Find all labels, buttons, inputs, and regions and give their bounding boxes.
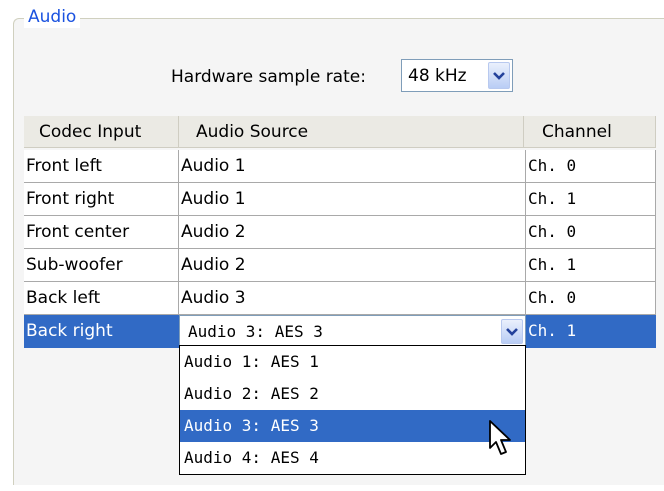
sample-rate-label: Hardware sample rate: xyxy=(171,67,366,87)
audio-source-cell[interactable]: Audio 2 xyxy=(179,216,526,249)
audio-source-cell[interactable]: Audio 2 xyxy=(179,249,526,282)
table-row[interactable]: Front left Audio 1 Ch. 0 xyxy=(24,150,656,183)
codec-input-cell: Back right xyxy=(24,315,179,348)
mouse-pointer-icon xyxy=(489,420,511,455)
channel-cell[interactable]: Ch. 0 xyxy=(526,282,656,315)
audio-settings-panel: Audio Hardware sample rate: 48 kHz Codec… xyxy=(0,0,664,491)
sample-rate-value: 48 kHz xyxy=(408,66,467,86)
audio-source-cell[interactable]: Audio 1 xyxy=(179,183,526,216)
channel-cell[interactable]: Ch. 1 xyxy=(526,183,656,216)
sample-rate-dropdown-button[interactable] xyxy=(488,62,510,89)
dropdown-option-highlighted[interactable]: Audio 3: AES 3 xyxy=(180,410,525,442)
audio-source-dropdown-button[interactable] xyxy=(501,319,523,344)
dropdown-option[interactable]: Audio 2: AES 2 xyxy=(180,378,525,410)
audio-source-cell[interactable]: Audio 1 xyxy=(179,150,526,183)
table-row[interactable]: Front center Audio 2 Ch. 0 xyxy=(24,216,656,249)
codec-input-cell: Back left xyxy=(24,282,179,315)
sample-rate-select[interactable]: 48 kHz xyxy=(401,59,513,92)
dropdown-option[interactable]: Audio 4: AES 4 xyxy=(180,442,525,474)
audio-source-cell[interactable]: Audio 3 xyxy=(179,282,526,315)
group-title: Audio xyxy=(24,6,81,28)
column-header-channel[interactable]: Channel xyxy=(524,116,656,148)
column-header-audio-source[interactable]: Audio Source xyxy=(179,116,524,148)
grid-header: Codec Input Audio Source Channel xyxy=(24,116,656,148)
dropdown-option[interactable]: Audio 1: AES 1 xyxy=(180,346,525,378)
table-row[interactable]: Front right Audio 1 Ch. 1 xyxy=(24,183,656,216)
audio-source-dropdown-list: Audio 1: AES 1 Audio 2: AES 2 Audio 3: A… xyxy=(179,345,526,475)
codec-input-cell: Front right xyxy=(24,183,179,216)
chevron-down-icon xyxy=(493,71,505,80)
codec-input-cell: Sub-woofer xyxy=(24,249,179,282)
channel-cell[interactable]: Ch. 0 xyxy=(526,216,656,249)
audio-source-combobox[interactable]: Audio 3: AES 3 xyxy=(179,315,526,348)
channel-cell[interactable]: Ch. 1 xyxy=(526,315,656,348)
channel-cell[interactable]: Ch. 1 xyxy=(526,249,656,282)
audio-source-value: Audio 3: AES 3 xyxy=(188,322,323,341)
table-row-selected[interactable]: Back right Audio 3: AES 3 Ch. 1 xyxy=(24,315,656,348)
chevron-down-icon xyxy=(506,327,518,336)
table-row[interactable]: Sub-woofer Audio 2 Ch. 1 xyxy=(24,249,656,282)
table-row[interactable]: Back left Audio 3 Ch. 0 xyxy=(24,282,656,315)
column-header-codec-input[interactable]: Codec Input xyxy=(24,116,179,148)
codec-input-cell: Front center xyxy=(24,216,179,249)
channel-cell[interactable]: Ch. 0 xyxy=(526,150,656,183)
codec-input-cell: Front left xyxy=(24,150,179,183)
